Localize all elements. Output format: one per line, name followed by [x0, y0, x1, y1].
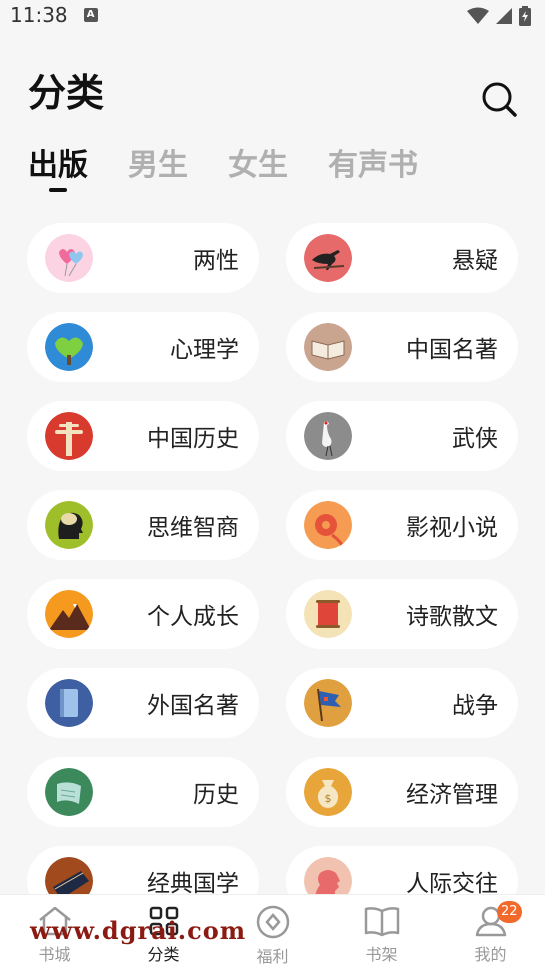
tabbar-label: 书城	[38, 945, 71, 964]
notification-a-icon: A	[83, 8, 98, 22]
category-label: 影视小说	[406, 515, 498, 541]
category-label: 中国历史	[147, 426, 239, 452]
category-label: 个人成长	[147, 604, 239, 630]
tabbar-label: 我的	[474, 945, 507, 964]
tab-label: 出版	[28, 148, 88, 183]
tabbar-item-welfare[interactable]: 福利	[218, 895, 327, 968]
tabbar-label: 福利	[256, 947, 289, 966]
category-grid: 两性 悬疑 心理学 中国名著 中国历史 武侠 思维智商 影视小说 个人成长 诗歌…	[27, 223, 518, 916]
category-card-personal-growth[interactable]: 个人成长	[27, 579, 259, 649]
category-label: 历史	[193, 782, 239, 808]
home-icon	[38, 906, 71, 936]
parchment-icon	[45, 768, 93, 816]
pillar-icon	[45, 412, 93, 460]
status-bar: 11:38 A	[0, 0, 545, 30]
category-label: 思维智商	[147, 515, 239, 541]
mountain-icon	[45, 590, 93, 638]
category-card-film-novel[interactable]: 影视小说	[286, 490, 518, 560]
category-label: 心理学	[170, 337, 239, 363]
category-card-foreign-classics[interactable]: 外国名著	[27, 668, 259, 738]
flag-icon	[304, 679, 352, 727]
tabbar-item-category[interactable]: 分类	[109, 895, 218, 968]
signal-icon	[496, 8, 512, 24]
scroll-icon	[304, 590, 352, 638]
category-label: 人际交往	[406, 871, 498, 897]
status-icons	[467, 6, 531, 26]
tabbar-item-bookshelf[interactable]: 书架	[327, 895, 436, 968]
brain-head-icon	[45, 501, 93, 549]
category-card-gender[interactable]: 两性	[27, 223, 259, 293]
search-icon[interactable]	[480, 80, 518, 118]
category-card-suspense[interactable]: 悬疑	[286, 223, 518, 293]
active-tab-indicator	[49, 188, 67, 192]
tabbar-label: 书架	[365, 945, 398, 964]
category-card-economics[interactable]: $ 经济管理	[286, 757, 518, 827]
category-card-war[interactable]: 战争	[286, 668, 518, 738]
tab-male[interactable]: 男生	[128, 140, 188, 184]
category-card-history[interactable]: 历史	[27, 757, 259, 827]
category-label: 诗歌散文	[406, 604, 498, 630]
book-icon	[364, 907, 399, 937]
money-bag-icon: $	[304, 768, 352, 816]
category-card-chinese-classics[interactable]: 中国名著	[286, 312, 518, 382]
heart-tree-icon	[45, 323, 93, 371]
film-reel-icon	[304, 501, 352, 549]
hearts-balloon-icon	[45, 234, 93, 282]
tab-female[interactable]: 女生	[228, 140, 288, 184]
category-label: 经典国学	[147, 871, 239, 897]
category-card-martial-arts[interactable]: 武侠	[286, 401, 518, 471]
category-card-thinking-iq[interactable]: 思维智商	[27, 490, 259, 560]
crane-icon	[304, 412, 352, 460]
category-label: 武侠	[452, 426, 498, 452]
category-label: 悬疑	[452, 248, 498, 274]
status-time: 11:38	[10, 3, 68, 27]
page-title: 分类	[28, 71, 105, 115]
tab-audiobook[interactable]: 有声书	[328, 140, 418, 184]
battery-icon	[519, 6, 531, 26]
notification-badge: 22	[497, 901, 522, 923]
open-book-icon	[304, 323, 352, 371]
category-label: 中国名著	[406, 337, 498, 363]
category-card-poetry-prose[interactable]: 诗歌散文	[286, 579, 518, 649]
tabbar-label: 分类	[147, 945, 180, 964]
blue-book-icon	[45, 679, 93, 727]
tabbar-item-bookstore[interactable]: 书城	[0, 895, 109, 968]
svg-text:$: $	[325, 792, 332, 805]
crow-icon	[304, 234, 352, 282]
category-label: 两性	[193, 248, 239, 274]
bottom-tab-bar: 书城 分类 福利 书架 我的 22	[0, 894, 545, 968]
category-label: 战争	[452, 693, 498, 719]
tab-publishing[interactable]: 出版	[28, 140, 88, 192]
tabbar-item-profile[interactable]: 我的 22	[436, 895, 545, 968]
grid-icon	[149, 906, 178, 936]
category-tabs: 出版 男生 女生 有声书	[28, 140, 418, 192]
category-label: 外国名著	[147, 693, 239, 719]
category-label: 经济管理	[406, 782, 498, 808]
wifi-icon	[467, 7, 489, 24]
category-card-chinese-history[interactable]: 中国历史	[27, 401, 259, 471]
coin-icon	[256, 905, 289, 939]
category-card-psychology[interactable]: 心理学	[27, 312, 259, 382]
